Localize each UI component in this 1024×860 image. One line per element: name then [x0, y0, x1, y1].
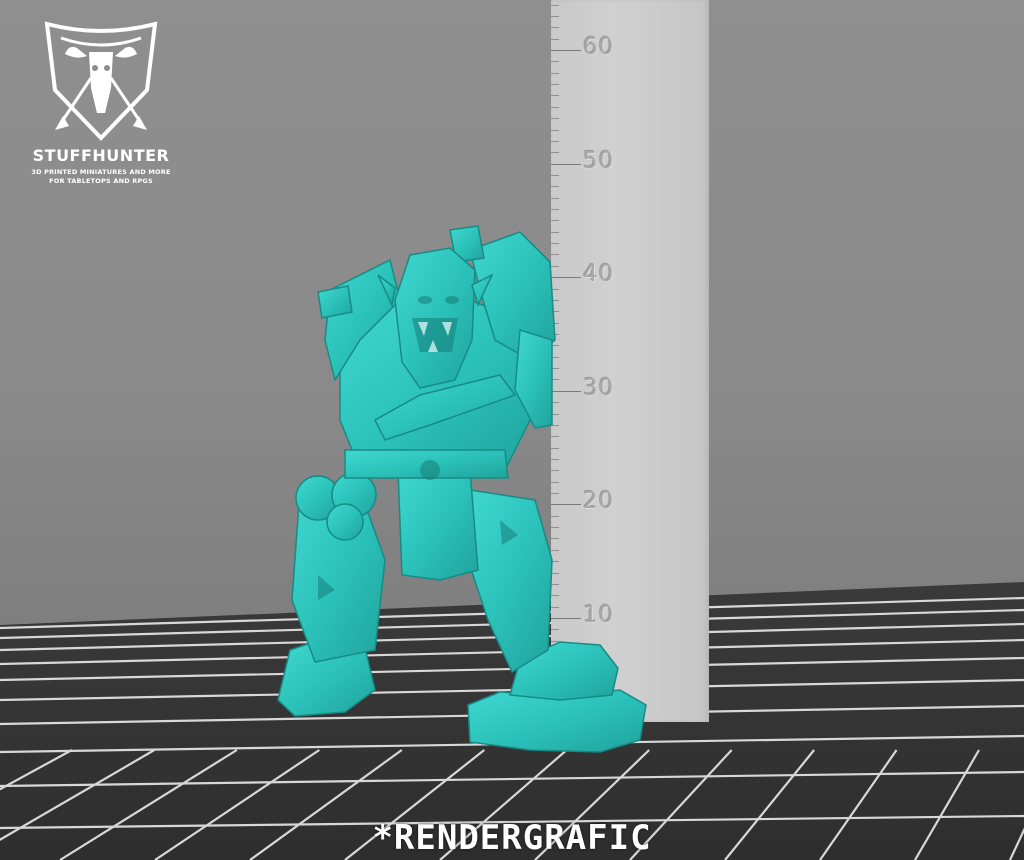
- render-caption: *RENDERGRAFIC: [372, 818, 652, 858]
- logo-tagline-1: 3D PRINTED MINIATURES AND MORE: [31, 168, 171, 176]
- logo-name: STUFFHUNTER: [32, 146, 170, 165]
- bull-skull-shield-icon: [44, 21, 158, 141]
- stuffhunter-logo: STUFFHUNTER 3D PRINTED MINIATURES AND MO…: [18, 18, 184, 193]
- logo-tagline-2: FOR TABLETOPS AND RPGS: [49, 177, 153, 185]
- render-scene: 60 50 40 30 20 10 STUFFHUNTER 3D PRINTED…: [0, 0, 1024, 860]
